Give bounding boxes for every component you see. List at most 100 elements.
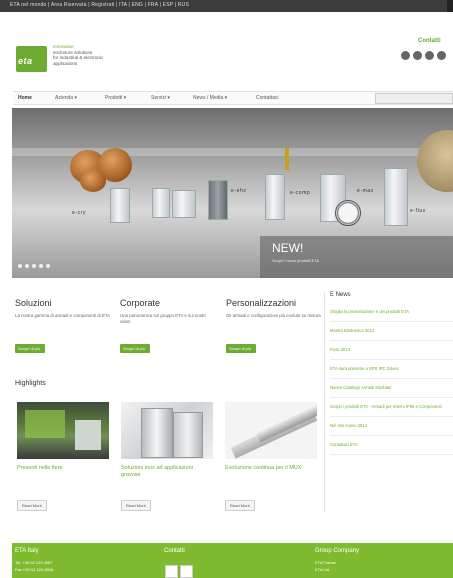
highlights-title: Highlights <box>15 380 46 387</box>
nav-azienda[interactable]: Azienda ▾ <box>55 95 77 101</box>
slider-dots <box>18 264 50 268</box>
highlight-caption[interactable]: Evoluzione continua per il MUX <box>225 465 317 472</box>
product-label: e-max <box>357 188 374 194</box>
product-label: e-cry <box>72 210 87 216</box>
news-divider <box>324 292 325 512</box>
button-label: Read More <box>230 503 250 508</box>
product-cabinet <box>110 188 130 223</box>
brand-tagline: innovative enclosure solutions for indus… <box>53 44 143 66</box>
slider-dot[interactable] <box>46 264 50 268</box>
button-label: Scopri di più <box>123 346 146 351</box>
feature-title: Soluzioni <box>15 298 52 308</box>
pdf-icon[interactable] <box>165 565 178 578</box>
logo-text: eta <box>18 56 33 66</box>
social-icon-3[interactable] <box>425 51 434 60</box>
footer-title-italy: ETA Italy <box>15 548 39 554</box>
husk-image <box>417 130 453 192</box>
slider-dot[interactable] <box>18 264 22 268</box>
news-item[interactable]: Sfoglia la presentazione e dei prodotti … <box>330 303 453 322</box>
news-item[interactable]: ETA sarà presente a SPS IPC Drives <box>330 360 453 379</box>
product-label: e-comp <box>290 190 311 196</box>
news-sidebar: E News Sfoglia la presentazione e dei pr… <box>324 292 453 512</box>
hero-caption-title: NEW! <box>272 241 304 255</box>
top-links[interactable]: ETA nel mondo | Area Riservata | Registr… <box>10 2 189 8</box>
product-label: e-flux <box>410 208 426 214</box>
booth-shape <box>25 410 65 438</box>
highlight-card: Soluzioni inox ad applicazioni gravose <box>121 402 213 479</box>
read-more-button[interactable]: Read More <box>225 500 255 511</box>
nav-news-media[interactable]: News / Media ▾ <box>193 95 227 101</box>
news-item[interactable]: Nel sito nuovo 2014 <box>330 417 453 436</box>
cabinet-shape <box>141 408 173 458</box>
feature-text: Gli armadi e configurazioni più evolute … <box>226 313 321 318</box>
feature-title: Corporate <box>120 298 161 308</box>
personalizzazioni-button[interactable]: Scopri di più <box>226 344 256 353</box>
product-cabinet <box>265 174 285 220</box>
news-title: E News <box>330 292 351 298</box>
button-label: Read More <box>22 503 42 508</box>
slider-dot[interactable] <box>32 264 36 268</box>
footer-group-item[interactable]: ETA France <box>315 560 336 565</box>
hero-caption[interactable]: NEW! Scopri i nuovi prodotti ETA <box>260 236 453 278</box>
highlight-card: Evoluzione continua per il MUX <box>225 402 317 472</box>
corporate-button[interactable]: Scopri di più <box>120 344 150 353</box>
soluzioni-button[interactable]: Scopri di più <box>15 344 45 353</box>
tagline-line-4: applications <box>53 60 78 66</box>
social-icon-4[interactable] <box>437 51 446 60</box>
nav-servizi[interactable]: Servizi ▾ <box>151 95 170 101</box>
hero-slider[interactable]: e-cry e-ehs e-comp e-max e-flux NEW! Sco… <box>12 108 453 278</box>
social-icon-2[interactable] <box>413 51 422 60</box>
site-footer: ETA Italy Tel. +39 02 123 4567 Fax +39 0… <box>12 543 453 578</box>
news-item[interactable]: Nuovo Catalogo Armadi Modulari <box>330 379 453 398</box>
feature-personalizzazioni: Personalizzazioni Gli armadi e configura… <box>226 298 322 319</box>
product-accent <box>285 148 289 170</box>
footer-tel: Tel. +39 02 123 4567 <box>15 560 53 565</box>
highlight-card: Presenti nelle fiere <box>17 402 109 472</box>
hero-caption-sub: Scopri i nuovi prodotti ETA <box>272 258 320 263</box>
highlight-caption[interactable]: Presenti nelle fiere <box>17 465 109 472</box>
print-icon[interactable] <box>180 565 193 578</box>
product-cabinet <box>172 190 196 218</box>
footer-group-item[interactable]: ETA Ltd. <box>315 567 330 572</box>
social-icon-1[interactable] <box>401 51 410 60</box>
eta-logo[interactable]: eta <box>16 46 47 72</box>
news-item[interactable]: Scopri i prodotti ETA - Armadi per Inter… <box>330 398 453 417</box>
clock-image <box>335 200 361 226</box>
cabinet-shape <box>173 412 203 458</box>
highlight-image-fair[interactable] <box>17 402 109 459</box>
read-more-button[interactable]: Read More <box>121 500 151 511</box>
product-cabinet <box>152 188 170 218</box>
nav-contattaci[interactable]: Contattaci <box>256 95 279 101</box>
feature-text: Una panoramica sul gruppo ETA e sui nost… <box>120 313 206 324</box>
highlight-image-mux[interactable] <box>225 402 317 459</box>
product-cabinet <box>384 168 408 226</box>
search-input[interactable] <box>375 93 453 104</box>
button-label: Scopri di più <box>18 346 41 351</box>
read-more-button[interactable]: Read More <box>17 500 47 511</box>
product-label: e-ehs <box>231 188 247 194</box>
hazelnut-image <box>80 170 106 192</box>
highlight-image-inox[interactable] <box>121 402 213 459</box>
footer-fax: Fax +39 02 123 4568 <box>15 567 53 572</box>
nav-home[interactable]: Home <box>18 95 32 101</box>
news-item[interactable]: Fiera 2014 <box>330 341 453 360</box>
footer-title-contatti: Contatti <box>164 548 185 554</box>
contacts-link[interactable]: Contatti <box>418 38 441 44</box>
highlight-caption[interactable]: Soluzioni inox ad applicazioni gravose <box>121 465 213 479</box>
booth-shape <box>75 420 101 450</box>
feature-title: Personalizzazioni <box>226 298 297 308</box>
button-label: Scopri di più <box>229 346 252 351</box>
news-item[interactable]: Mostra Elettronica 2014 <box>330 322 453 341</box>
main-nav: Home Azienda ▾ Prodotti ▾ Servizi ▾ News… <box>13 91 453 105</box>
feature-corporate: Corporate Una panoramica sul gruppo ETA … <box>120 298 216 325</box>
news-item[interactable]: Contattaci ETA <box>330 436 453 455</box>
button-label: Read More <box>126 503 146 508</box>
feature-text: La nostra gamma di armadi e componenti d… <box>15 313 111 318</box>
slider-dot[interactable] <box>39 264 43 268</box>
footer-title-group: Group Company <box>315 548 360 554</box>
nav-prodotti[interactable]: Prodotti ▾ <box>105 95 126 101</box>
top-bar: ETA nel mondo | Area Riservata | Registr… <box>0 0 453 12</box>
top-bar-edge <box>447 0 453 12</box>
slider-dot[interactable] <box>25 264 29 268</box>
feature-soluzioni: Soluzioni La nostra gamma di armadi e co… <box>15 298 111 319</box>
